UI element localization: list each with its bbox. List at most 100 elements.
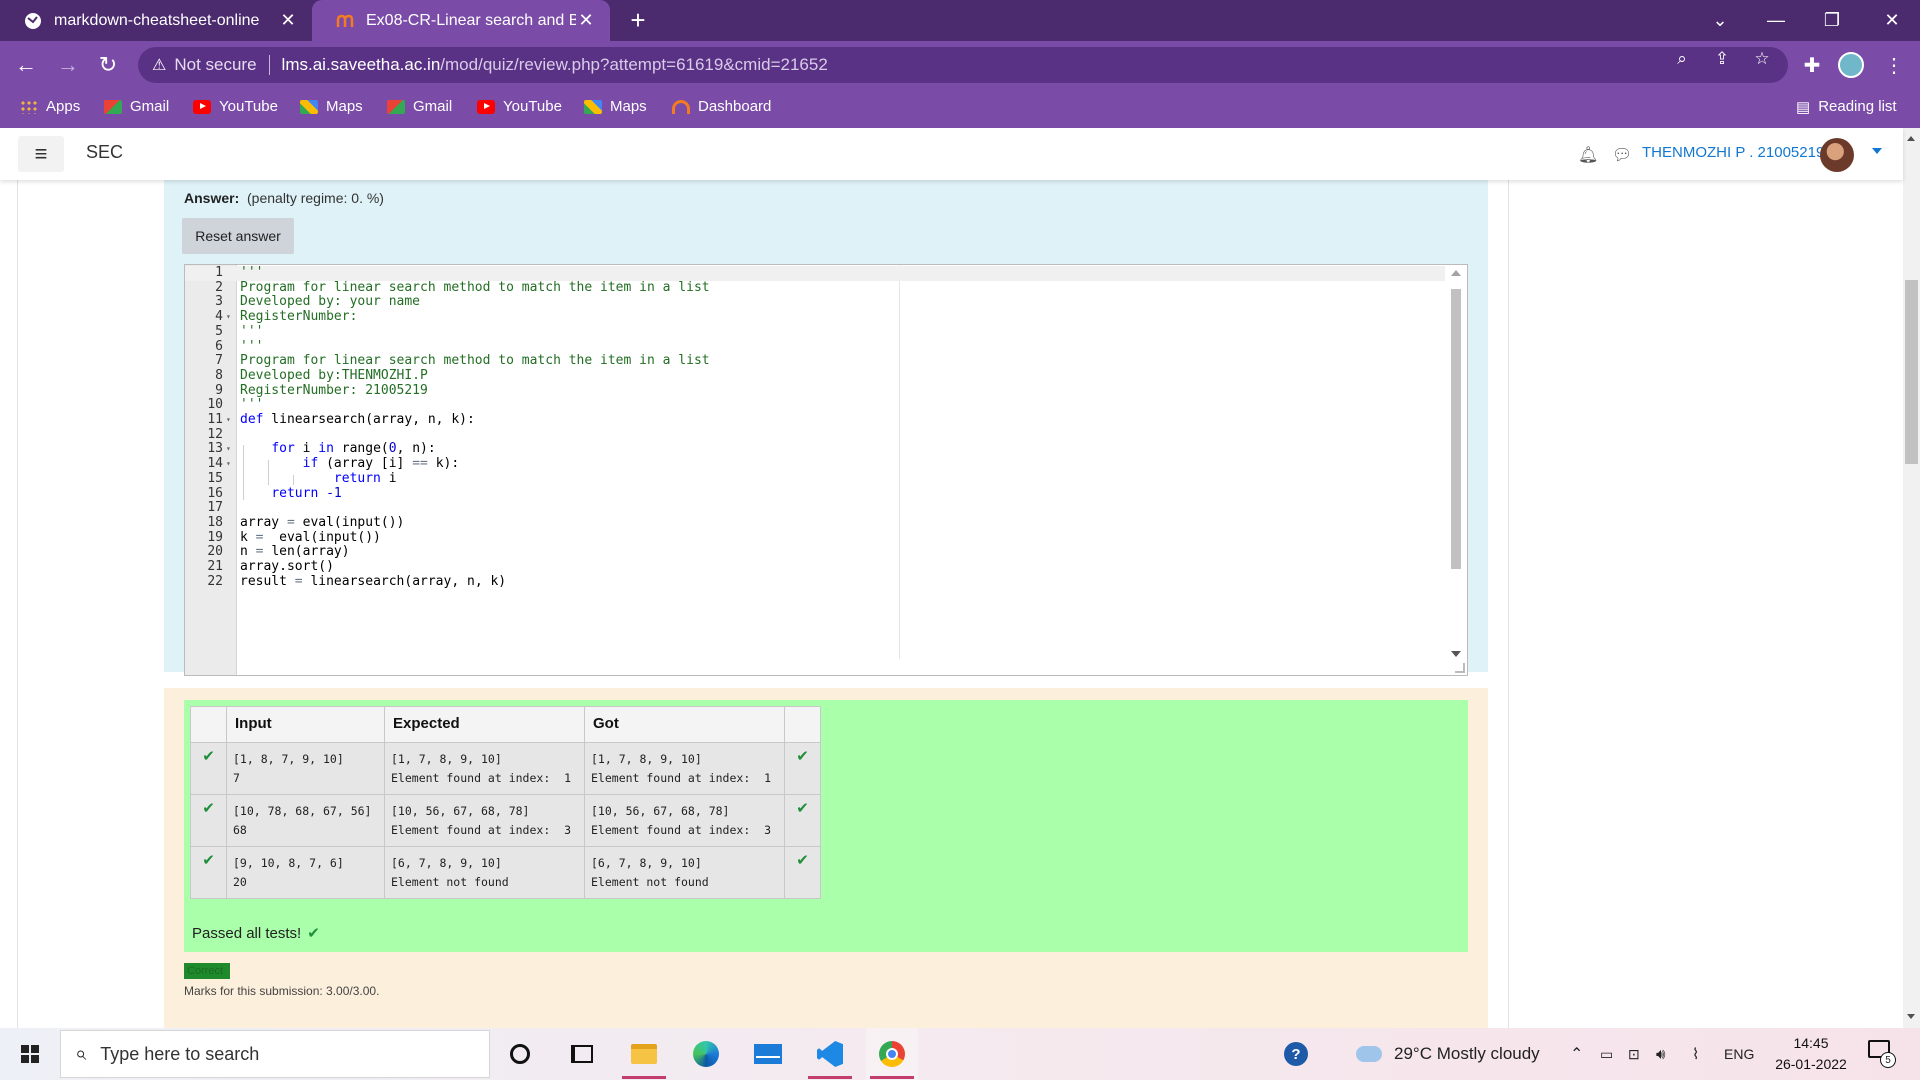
line-number: 21	[207, 559, 223, 574]
task-view-button[interactable]	[556, 1028, 608, 1080]
reading-list-button[interactable]: ▤ Reading list	[1796, 89, 1897, 124]
code-editor[interactable]: 1 ''' 2 Program for linear search method to…	[184, 264, 1468, 676]
line-number: 13	[207, 441, 223, 457]
code-line[interactable]: 12	[185, 426, 1445, 443]
bookmark-youtube-2[interactable]: YouTube	[477, 89, 562, 124]
code-line[interactable]: 13 ▾ for i in range(0, n):	[185, 442, 1445, 457]
resize-handle-icon[interactable]	[1455, 663, 1465, 673]
code-line[interactable]: 15 return i	[185, 471, 1445, 487]
notification-center-button[interactable]: 5	[1868, 1040, 1896, 1068]
code-line[interactable]: 21 array.sort()	[185, 559, 1445, 575]
code-line[interactable]: 1 '''	[185, 265, 1445, 281]
code-line[interactable]: 8 Developed by:THENMOZHI.P	[185, 368, 1445, 384]
table-header-status	[190, 706, 227, 743]
code-line[interactable]: 6 '''	[185, 339, 1445, 355]
scroll-down-icon[interactable]	[1451, 651, 1461, 657]
site-name[interactable]: SEC	[86, 142, 123, 163]
minimize-button[interactable]: —	[1748, 0, 1804, 41]
chat-bubble-icon[interactable]: 💬︎	[1612, 145, 1632, 165]
close-window-button[interactable]: ✕	[1864, 0, 1920, 41]
user-name[interactable]: THENMOZHI P . 21005219	[1642, 144, 1824, 161]
extensions-puzzle-icon[interactable]: ✚	[1798, 51, 1826, 79]
tab-ex08-linear-search[interactable]: Ex08-CR-Linear search and Binary ✕	[312, 0, 610, 41]
tab-markdown-cheatsheet[interactable]: markdown-cheatsheet-online ✕	[0, 0, 312, 41]
system-clock[interactable]: 14:45 26-01-2022	[1762, 1033, 1860, 1075]
bookmark-gmail-2[interactable]: Gmail	[387, 89, 452, 124]
code-line[interactable]: 18 array = eval(input())	[185, 515, 1445, 531]
wifi-icon[interactable]: ⌇	[1692, 1028, 1699, 1080]
tab-search-chevron-icon[interactable]: ⌄	[1692, 0, 1748, 41]
tab-close-icon[interactable]: ✕	[278, 10, 298, 31]
taskbar-search-box[interactable]: ⌕ Type here to search	[60, 1030, 490, 1078]
new-tab-button[interactable]: +	[622, 4, 654, 36]
scroll-up-icon[interactable]	[1907, 136, 1915, 141]
fold-arrow-icon[interactable]: ▾	[226, 413, 234, 428]
fold-arrow-icon[interactable]: ▾	[226, 457, 234, 472]
table-row: ✔ [9, 10, 8, 7, 6] 20 [6, 7, 8, 9, 10] Ele…	[190, 846, 821, 899]
page-scroll-thumb[interactable]	[1905, 280, 1918, 464]
code-line[interactable]: 19 k = eval(input())	[185, 530, 1445, 546]
code-line[interactable]: 14 ▾ if (array [i] == k):	[185, 456, 1445, 472]
code-line[interactable]: 11 ▾ def linearsearch(array, n, k):	[185, 412, 1445, 428]
bookmark-apps[interactable]: Apps	[20, 89, 80, 124]
user-menu-caret-icon[interactable]	[1872, 148, 1882, 154]
profile-avatar[interactable]	[1838, 52, 1864, 78]
code-line[interactable]: 16 return -1	[185, 486, 1445, 502]
fold-arrow-icon[interactable]: ▾	[226, 310, 234, 325]
start-button[interactable]	[0, 1028, 60, 1080]
restore-button[interactable]: ❐	[1804, 0, 1860, 41]
code-line[interactable]: 9 RegisterNumber: 21005219	[185, 383, 1445, 399]
editor-scrollbar[interactable]	[1447, 267, 1465, 661]
file-explorer-button[interactable]	[618, 1028, 670, 1080]
bookmark-star-icon[interactable]: ☆	[1750, 49, 1774, 69]
network-drive-icon[interactable]: ⊡	[1628, 1028, 1640, 1080]
menu-kebab-icon[interactable]: ⋮	[1880, 51, 1908, 79]
code-line[interactable]: 17	[185, 500, 1445, 516]
code-line[interactable]: 3 Developed by: your name	[185, 295, 1445, 310]
bookmark-gmail[interactable]: Gmail	[104, 89, 169, 124]
back-arrow-icon[interactable]: ←	[10, 49, 42, 81]
volume-icon[interactable]: 🔊︎	[1656, 1028, 1665, 1080]
fold-arrow-icon[interactable]: ▾	[226, 442, 234, 457]
scroll-down-icon[interactable]	[1907, 1014, 1915, 1019]
code-line[interactable]: 10 '''	[185, 397, 1445, 413]
bookmark-youtube[interactable]: YouTube	[193, 89, 278, 124]
language-indicator[interactable]: ENG	[1724, 1028, 1754, 1080]
code-line[interactable]: 22 result = linearsearch(array, n, k)	[185, 574, 1445, 590]
bookmark-maps-2[interactable]: Maps	[584, 89, 647, 124]
battery-icon[interactable]: ▭	[1600, 1028, 1613, 1080]
line-number: 12	[207, 426, 223, 442]
code-line[interactable]: 5 '''	[185, 324, 1445, 340]
hamburger-menu-icon[interactable]: ≡	[18, 136, 64, 172]
user-avatar[interactable]	[1820, 138, 1854, 172]
scroll-thumb[interactable]	[1451, 289, 1461, 569]
address-bar[interactable]: ⚠ Not secure lms.ai.saveetha.ac.in/mod/q…	[138, 47, 1788, 83]
mail-button[interactable]	[742, 1028, 794, 1080]
cortana-button[interactable]	[494, 1028, 546, 1080]
tab-close-icon[interactable]: ✕	[576, 10, 596, 31]
bell-icon[interactable]: 🔔︎	[1578, 145, 1598, 165]
reset-answer-button[interactable]: Reset answer	[182, 218, 294, 254]
reload-icon[interactable]: ↻	[92, 49, 124, 81]
page-scrollbar[interactable]	[1903, 128, 1920, 1028]
show-hidden-icons-chevron-icon[interactable]: ⌃	[1570, 1028, 1583, 1080]
code-line[interactable]: 7 Program for linear search method to mat…	[185, 353, 1445, 369]
indent-guide	[268, 460, 269, 486]
bookmark-dashboard[interactable]: Dashboard	[672, 89, 771, 124]
help-tray-button[interactable]: ?	[1284, 1028, 1308, 1080]
zoom-search-icon[interactable]: ⌕	[1670, 49, 1694, 69]
weather-widget[interactable]: 29°C Mostly cloudy	[1356, 1028, 1540, 1080]
scroll-up-icon[interactable]	[1451, 270, 1461, 276]
code-line[interactable]: 2 Program for linear search method to mat…	[185, 280, 1445, 296]
vscode-button[interactable]	[804, 1028, 856, 1080]
edge-button[interactable]	[680, 1028, 732, 1080]
forward-arrow-icon[interactable]: →	[52, 49, 84, 81]
search-placeholder: Type here to search	[100, 1043, 260, 1064]
line-number: 14	[207, 456, 223, 472]
row-pass-check-icon: ✔	[190, 742, 227, 795]
chrome-button[interactable]	[866, 1028, 918, 1080]
code-line[interactable]: 4 ▾ RegisterNumber:	[185, 309, 1445, 325]
bookmark-maps[interactable]: Maps	[300, 89, 363, 124]
share-icon[interactable]: ⇪	[1710, 49, 1734, 69]
code-line[interactable]: 20 n = len(array)	[185, 544, 1445, 560]
